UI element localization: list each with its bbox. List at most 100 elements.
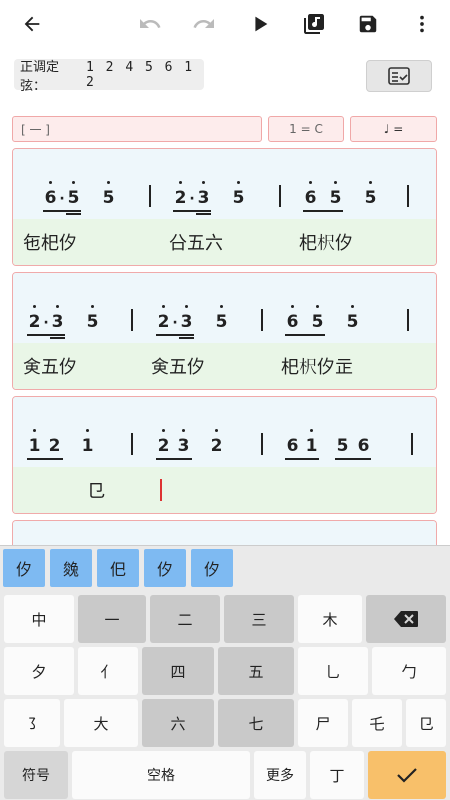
play-button[interactable] [244,8,276,40]
key-ding[interactable]: 丁 [310,751,364,799]
beam-line [173,210,211,212]
jianpu-group: 2 · 3 5 [173,181,246,215]
save-button[interactable] [352,8,384,40]
key-tuo[interactable]: 乇 [352,699,402,747]
lyrics-row: 㔾 [13,467,436,513]
key-si[interactable]: 四 [142,647,214,695]
dot: · [172,315,178,331]
checklist-icon [388,67,410,85]
note: 1 [304,429,319,455]
candidate-3[interactable]: 㐶 [97,549,139,587]
candidate-5[interactable]: 㐴 [191,549,233,587]
key-qi[interactable]: 七 [218,699,294,747]
undo-button[interactable] [134,8,166,40]
section-box[interactable]: [ 一 ] [12,116,262,142]
tuning-label: 正调定弦： [20,59,60,94]
note: 6 [286,436,299,456]
beam-line [43,210,81,212]
more-keys-button[interactable]: 更多 [254,751,306,799]
measure-card-3[interactable]: 1 2 1 2 3 2 6 1 5 6 㔾 [12,396,437,514]
tuning-display: 正调定弦： 1 2 4 5 6 1 2 [14,59,204,94]
jianpu-group: 1 2 1 [27,429,95,460]
key-liu[interactable]: 六 [142,699,214,747]
note: 5 [336,436,349,456]
key-shi[interactable]: 尸 [298,699,348,747]
key-da[interactable]: 大 [64,699,138,747]
note: 2 [48,436,61,456]
lyric-text: 㔾 [87,481,105,502]
candidate-2[interactable]: 㕙 [50,549,92,587]
measure-card-1[interactable]: 6 · 5 5 2 · 3 5 6 5 5 㐌𣏌㐴 㕣五六 𣏌𣏧㐴 [12,148,437,266]
jianpu-group: 6 5 5 [285,305,360,336]
tempo-box[interactable]: ♩ = [350,116,437,142]
dot: · [59,191,65,207]
note: 5 [101,181,116,207]
note: 3 [179,305,194,331]
lyric-text: 𣏌𣏧㐴 [299,233,353,254]
redo-button[interactable] [188,8,220,40]
bar-line [411,433,413,455]
note: 2 [173,181,188,207]
space-button[interactable]: 空格 [72,751,250,799]
note: 6 [285,305,300,331]
lyrics-row: 㐌𣏌㐴 㕣五六 𣏌𣏧㐴 [13,219,436,265]
beam-line [303,210,343,212]
key-jie[interactable]: 㔾 [406,699,446,747]
note: 1 [80,429,95,455]
note: 1 [27,429,42,455]
lyric-text: 㕣五六 [169,233,223,254]
jianpu-row: 6 · 5 5 2 · 3 5 6 5 5 [13,149,436,219]
candidate-bar: 㐴 㕙 㐶 㐴 㐴 [0,546,450,590]
measure-card-2[interactable]: 2 · 3 5 2 · 3 5 6 5 5 㑒五㐴 㑒五㐴 𣏌𣏧㐴㱏 [12,272,437,390]
note: 3 [50,305,65,331]
confirm-button[interactable] [368,751,446,799]
jianpu-group: 6 1 5 6 [285,429,371,460]
backspace-icon [394,611,418,627]
beam-line [156,458,192,460]
note: 5 [214,305,229,331]
bar-line [131,309,133,331]
bar-line [131,433,133,455]
key-bao[interactable]: 勹 [372,647,446,695]
check-icon [397,768,417,783]
key-signature-box[interactable]: 1 = C [268,116,344,142]
jianpu-row: 2 · 3 5 2 · 3 5 6 5 5 [13,273,436,343]
top-toolbar [0,0,450,48]
key-gou[interactable]: ㇌ [4,699,60,747]
dot: · [43,315,49,331]
play-icon [255,16,268,32]
note: 5 [66,181,81,207]
note: 5 [85,305,100,331]
note: 2 [156,429,171,455]
arrow-back-icon [24,16,40,32]
candidate-4[interactable]: 㐴 [144,549,186,587]
music-library-button[interactable] [298,8,330,40]
key-mu[interactable]: 木 [298,595,362,643]
view-toggle-button[interactable] [366,60,432,92]
lyrics-row: 㑒五㐴 㑒五㐴 𣏌𣏧㐴㱏 [13,343,436,389]
backspace-button[interactable] [366,595,446,643]
key-wu[interactable]: 五 [218,647,294,695]
note: 6 [43,181,58,207]
lyric-text: 㑒五㐴 [23,357,77,378]
lyric-text: 㑒五㐴 [151,357,205,378]
jianpu-group: 6 · 5 5 [43,181,116,215]
key-yin[interactable]: 乚 [298,647,368,695]
key-san[interactable]: 三 [224,595,294,643]
more-button[interactable] [406,8,438,40]
key-er[interactable]: 二 [150,595,220,643]
beam-line [285,458,319,460]
back-button[interactable] [16,8,48,40]
jianzi-keyboard: 㐴 㕙 㐶 㐴 㐴 中 一 二 三 木 夕 亻 四 五 乚 勹 ㇌ 大 六 七 … [0,545,450,800]
jianpu-group: 2 · 3 5 [27,305,100,339]
key-zhong[interactable]: 中 [4,595,74,643]
bar-line [279,185,281,207]
key-xi[interactable]: 夕 [4,647,74,695]
key-ren[interactable]: 亻 [78,647,138,695]
note: 2 [27,305,42,331]
undo-icon [140,19,161,28]
candidate-1[interactable]: 㐴 [3,549,45,587]
note: 5 [231,181,246,207]
symbols-button[interactable]: 符号 [4,751,68,799]
key-yi[interactable]: 一 [78,595,146,643]
